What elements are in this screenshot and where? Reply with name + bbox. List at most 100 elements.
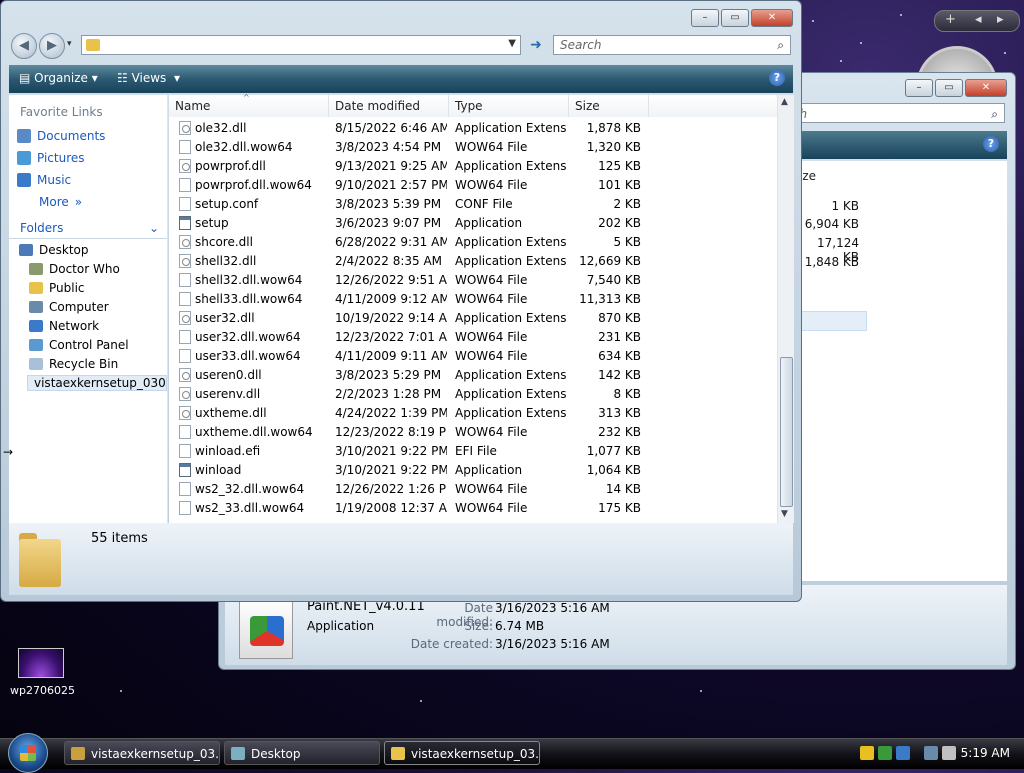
file-size: 142 KB <box>598 368 641 382</box>
add-gadget-icon[interactable]: + <box>945 12 956 27</box>
close-button[interactable]: ✕ <box>751 9 793 27</box>
table-row[interactable]: shcore.dll 6/28/2022 9:31 AM Application E… <box>169 233 777 252</box>
table-row[interactable]: uxtheme.dll 4/24/2022 1:39 PM Application … <box>169 404 777 423</box>
prev-icon[interactable]: ◂ <box>975 12 982 27</box>
more-link[interactable]: More » <box>39 195 82 209</box>
security-shield-icon[interactable] <box>878 746 892 760</box>
clock-time[interactable]: 5:19 AM <box>961 746 1010 760</box>
desktop-icon-wallpaper[interactable]: wp2706025 <box>10 648 75 697</box>
table-row[interactable]: useren0.dll 3/8/2023 5:29 PM Application E… <box>169 366 777 385</box>
network-icon <box>29 320 43 332</box>
help-icon[interactable]: ? <box>983 136 999 152</box>
taskbar-button-folder[interactable]: vistaexkernsetup_03... <box>384 741 540 765</box>
file-name: uxtheme.dll.wow64 <box>195 425 313 439</box>
start-button[interactable] <box>8 733 48 773</box>
search-icon[interactable]: ⌕ <box>991 104 998 124</box>
search-input[interactable]: rch ⌕ <box>779 103 1005 123</box>
table-row[interactable]: uxtheme.dll.wow64 12/23/2022 8:19 PM WOW64… <box>169 423 777 442</box>
file-date: 3/10/2021 9:22 PM <box>335 444 447 458</box>
vertical-scrollbar[interactable]: ▲ ▼ <box>777 95 794 523</box>
tree-item-computer[interactable]: Computer <box>29 300 109 314</box>
chevron-down-icon[interactable]: ▼ <box>508 38 516 49</box>
next-icon[interactable]: ▸ <box>997 12 1004 27</box>
minimize-button[interactable]: – <box>905 79 933 97</box>
table-row[interactable]: winload 3/10/2021 9:22 PM Application 1,064… <box>169 461 777 480</box>
volume-muted-icon[interactable] <box>942 746 956 760</box>
application-icon <box>179 463 191 477</box>
favorite-music[interactable]: Music <box>17 173 71 187</box>
table-row[interactable]: ole32.dll 8/15/2022 6:46 AM Application Ex… <box>169 119 777 138</box>
desktop-icon-label: wp2706025 <box>10 684 75 697</box>
file-type: Application Extens... <box>455 311 567 325</box>
table-row[interactable]: ws2_32.dll.wow64 12/26/2022 1:26 PM WOW64 … <box>169 480 777 499</box>
network-icon[interactable] <box>924 746 938 760</box>
scroll-up-icon[interactable]: ▲ <box>781 97 788 107</box>
windows-flag-icon[interactable] <box>896 746 910 760</box>
tree-item-network[interactable]: Network <box>29 319 99 333</box>
back-button[interactable]: ◀ <box>11 33 37 59</box>
help-icon[interactable]: ? <box>769 70 785 86</box>
views-button[interactable]: ☷ Views ▾ <box>117 71 180 85</box>
taskbar-button-desktop[interactable]: Desktop <box>224 741 380 765</box>
tree-item-recycle-bin[interactable]: Recycle Bin <box>29 357 118 371</box>
dll-icon <box>179 387 191 401</box>
file-type: WOW64 File <box>455 178 528 192</box>
table-row[interactable]: winload.efi 3/10/2021 9:22 PM EFI File 1,07… <box>169 442 777 461</box>
dll-icon <box>179 235 191 249</box>
favorite-documents[interactable]: Documents <box>17 129 105 143</box>
file-size: 634 KB <box>598 349 641 363</box>
maximize-button[interactable]: ▭ <box>935 79 963 97</box>
table-row[interactable]: powrprof.dll 9/13/2021 9:25 AM Application… <box>169 157 777 176</box>
file-type: Application <box>455 216 523 230</box>
column-header-date[interactable]: Date modified <box>329 95 449 117</box>
tree-item-control-panel[interactable]: Control Panel <box>29 338 129 352</box>
sidebar-gadget-controls[interactable]: + ◂ ▸ <box>934 10 1020 32</box>
tree-item-vistaexkernsetup[interactable]: vistaexkernsetup_0309 <box>27 375 167 391</box>
file-type: WOW64 File <box>455 482 528 496</box>
minimize-button[interactable]: – <box>691 9 719 27</box>
tree-item-desktop[interactable]: Desktop <box>19 243 89 257</box>
file-name: ole32.dll.wow64 <box>195 140 293 154</box>
go-button[interactable]: ➜ <box>525 35 547 55</box>
tree-item-doctor-who[interactable]: Doctor Who <box>29 262 120 276</box>
table-row[interactable]: user32.dll.wow64 12/23/2022 7:01 AM WOW64 … <box>169 328 777 347</box>
file-name: setup <box>195 216 229 230</box>
column-header-size[interactable]: Size <box>569 95 649 117</box>
address-bar[interactable]: ▼ <box>81 35 521 55</box>
table-row[interactable]: shell32.dll.wow64 12/26/2022 9:51 AM WOW64… <box>169 271 777 290</box>
file-icon <box>179 292 191 306</box>
file-size: 7,540 KB <box>586 273 641 287</box>
close-button[interactable]: ✕ <box>965 79 1007 97</box>
table-row[interactable]: powrprof.dll.wow64 9/10/2021 2:57 PM WOW64… <box>169 176 777 195</box>
table-row[interactable]: shell32.dll 2/4/2022 8:35 AM Application E… <box>169 252 777 271</box>
table-row[interactable]: user33.dll.wow64 4/11/2009 9:11 AM WOW64 F… <box>169 347 777 366</box>
table-row[interactable]: setup.conf 3/8/2023 5:39 PM CONF File 2 KB <box>169 195 777 214</box>
table-row[interactable]: setup 3/6/2023 9:07 PM Application 202 KB <box>169 214 777 233</box>
table-row[interactable]: user32.dll 10/19/2022 9:14 AM Application … <box>169 309 777 328</box>
taskbar-button-setup[interactable]: vistaexkernsetup_03... <box>64 741 220 765</box>
recent-pages-icon[interactable]: ▾ <box>67 39 72 49</box>
table-row[interactable]: shell33.dll.wow64 4/11/2009 9:12 AM WOW64 … <box>169 290 777 309</box>
file-name: setup.conf <box>195 197 259 211</box>
favorite-pictures[interactable]: Pictures <box>17 151 85 165</box>
scroll-down-icon[interactable]: ▼ <box>781 509 788 519</box>
warning-shield-icon[interactable] <box>860 746 874 760</box>
maximize-button[interactable]: ▭ <box>721 9 749 27</box>
table-row[interactable]: ws2_33.dll.wow64 1/19/2008 12:37 AM WOW64 … <box>169 499 777 518</box>
search-icon[interactable]: ⌕ <box>777 36 784 54</box>
search-input[interactable]: Search ⌕ <box>553 35 791 55</box>
desktop-icon <box>19 244 33 256</box>
column-header-type[interactable]: Type <box>449 95 569 117</box>
file-size: 11,313 KB <box>579 292 641 306</box>
file-date: 1/19/2008 12:37 AM <box>335 501 447 515</box>
organize-button[interactable]: ▤ Organize ▾ <box>19 71 98 85</box>
table-row[interactable]: userenv.dll 2/2/2023 1:28 PM Application E… <box>169 385 777 404</box>
column-header-name[interactable]: Name ^ <box>169 93 329 117</box>
forward-button[interactable]: ▶ <box>39 33 65 59</box>
file-icon <box>179 330 191 344</box>
scrollbar-thumb[interactable] <box>780 357 793 507</box>
folders-header[interactable]: Folders ⌄ <box>9 219 167 239</box>
tree-item-public[interactable]: Public <box>29 281 85 295</box>
explorer-window[interactable]: – ▭ ✕ ◀ ▶ ▾ ▼ ➜ Search ⌕ ▤ Organize ▾ ☷ … <box>0 0 802 602</box>
table-row[interactable]: ole32.dll.wow64 3/8/2023 4:54 PM WOW64 Fil… <box>169 138 777 157</box>
